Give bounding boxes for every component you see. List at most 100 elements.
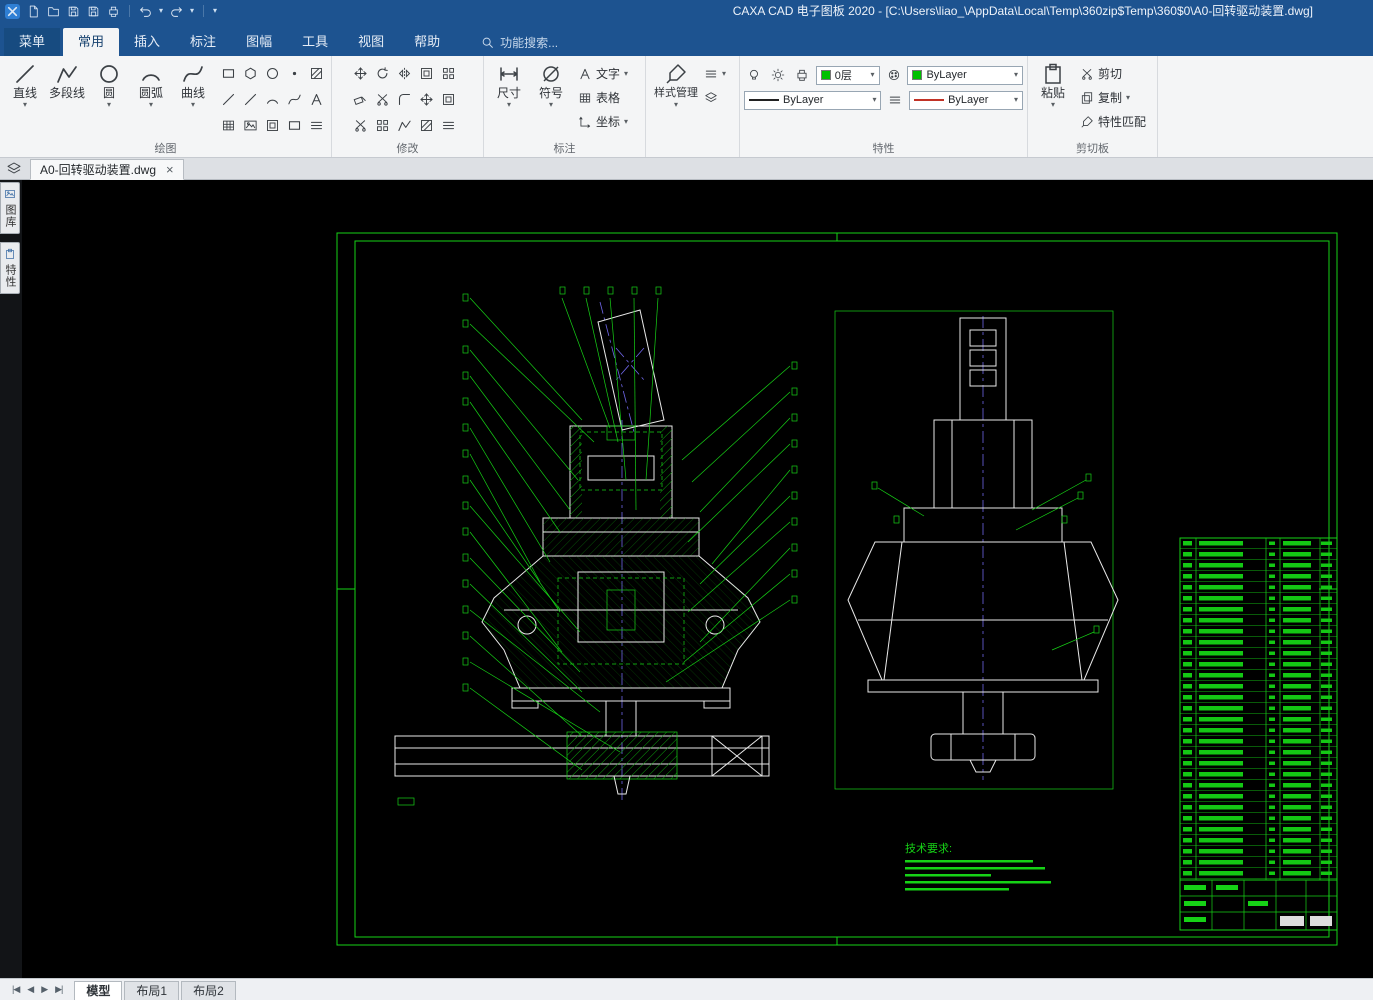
text-draw-tool[interactable] [306,87,327,112]
copy-button[interactable]: 复制 ▾ [1080,87,1146,108]
trim-tool[interactable] [372,87,393,112]
construction-line-tool[interactable] [240,87,261,112]
layer-select[interactable]: 0层 ▾ [815,65,880,85]
arc-tool[interactable]: 圆弧 ▾ [130,59,172,109]
ribbon-tab-insert[interactable]: 插入 [119,28,175,56]
print-icon[interactable] [107,5,120,18]
move-tool[interactable] [350,61,371,86]
break-tool[interactable] [350,113,371,138]
edit-polyline-tool[interactable] [394,113,415,138]
image-tool[interactable] [240,113,261,138]
table-draw-tool[interactable] [218,113,239,138]
lineweight-select[interactable]: ByLayer ▾ [909,90,1023,110]
point-tool[interactable] [284,61,305,86]
ribbon-tab-view[interactable]: 视图 [343,28,399,56]
erase-tool[interactable] [350,87,371,112]
spline-fit-tool[interactable] [284,87,305,112]
prev-sheet-button[interactable]: ◀ [23,984,37,995]
sidebar-tab-properties[interactable]: 特性 [0,242,20,294]
left-panel-strip: 图库 特性 [0,180,22,978]
polygon-tool[interactable] [240,61,261,86]
sidebar-tab-library[interactable]: 图库 [0,182,20,234]
erase-icon [353,92,368,107]
linetype-select[interactable]: ByLayer ▾ [744,90,882,110]
drawing-list-icon[interactable] [6,161,22,177]
hatch-tool[interactable] [306,61,327,86]
explode-tool[interactable] [372,113,393,138]
break-icon [353,118,368,133]
first-sheet-button[interactable]: |◀ [8,984,23,995]
symbol-tool[interactable]: 符号 ▾ [530,59,572,109]
rectangle-tool[interactable] [218,61,239,86]
color-picker-button[interactable] [884,65,904,85]
paste-button[interactable]: 粘贴 ▾ [1032,59,1074,109]
cut-button[interactable]: 剪切 [1080,63,1146,84]
lineweight-preview [914,99,945,101]
rotate-tool[interactable] [372,61,393,86]
ribbon-tab-menu[interactable]: 菜单 [4,28,61,56]
scale-tool[interactable] [438,87,459,112]
offset-tool[interactable] [416,61,437,86]
arc-3pt-tool[interactable] [262,87,283,112]
more-icon [441,118,456,133]
spline-tool[interactable]: 曲线 ▾ [172,59,214,109]
region-tool[interactable] [284,113,305,138]
drawing-canvas[interactable]: 技术要求: [22,180,1373,978]
open-file-icon[interactable] [47,5,60,18]
polyline-tool[interactable]: 多段线 [46,59,88,100]
close-icon[interactable]: × [166,163,174,176]
centerline-tool[interactable] [218,87,239,112]
style-list-button[interactable]: ▾ [704,63,726,84]
save-all-icon[interactable] [87,5,100,18]
ribbon-tab-sheet[interactable]: 图幅 [231,28,287,56]
last-sheet-button[interactable]: ▶| [51,984,66,995]
sheet-tab-layout2[interactable]: 布局2 [181,981,236,1000]
ellipse-tool[interactable] [262,61,283,86]
trim-icon [375,92,390,107]
hatch-icon [309,66,324,81]
window-title: CAXA CAD 电子图板 2020 - [C:\Users\liao_\App… [732,4,1313,18]
layer-plot-button[interactable] [792,65,812,85]
customize-toolbar-icon[interactable]: ▾ [213,7,217,15]
function-search[interactable]: 功能搜索... [481,28,558,56]
fillet-tool[interactable] [394,87,415,112]
style-manager-button[interactable]: 样式管理 ▾ [650,59,702,109]
ribbon-tab-tools[interactable]: 工具 [287,28,343,56]
ribbon-tab-home[interactable]: 常用 [63,28,120,56]
match-properties-button[interactable]: 特性匹配 [1080,111,1146,132]
layer-manager-button[interactable] [704,87,726,108]
array-tool[interactable] [438,61,459,86]
more-modify-tools[interactable] [438,113,459,138]
lineweight-settings-button[interactable] [885,90,905,110]
coordinate-tool[interactable]: 坐标 ▾ [578,111,628,132]
document-tab[interactable]: A0-回转驱动装置.dwg × [30,159,184,180]
undo-dropdown-icon[interactable]: ▾ [159,7,163,15]
next-sheet-button[interactable]: ▶ [37,984,51,995]
dimension-tool[interactable]: 尺寸 ▾ [488,59,530,109]
mirror-tool[interactable] [394,61,415,86]
block-tool[interactable] [262,113,283,138]
stretch-tool[interactable] [416,87,437,112]
sheet-tab-model[interactable]: 模型 [74,981,123,1000]
table-tool[interactable]: 表格 [578,87,628,108]
circle-tool[interactable]: 圆 ▾ [88,59,130,109]
layer-on-button[interactable] [744,65,764,85]
save-icon[interactable] [67,5,80,18]
redo-icon[interactable] [170,5,183,18]
sheet-tab-layout1[interactable]: 布局1 [124,981,180,1000]
color-select[interactable]: ByLayer ▾ [907,65,1024,85]
layer-freeze-button[interactable] [768,65,788,85]
app-logo[interactable] [5,3,20,19]
line-tool[interactable]: 直线 ▾ [4,59,46,109]
new-file-icon[interactable] [27,5,40,18]
more-draw-tools[interactable] [306,113,327,138]
arc-icon [139,62,163,86]
list-icon [704,67,718,81]
undo-icon[interactable] [139,5,152,18]
ribbon-tab-annotate[interactable]: 标注 [175,28,231,56]
redo-dropdown-icon[interactable]: ▾ [190,7,194,15]
ribbon-tab-help[interactable]: 帮助 [399,28,455,56]
edit-hatch-tool[interactable] [416,113,437,138]
text-tool[interactable]: 文字 ▾ [578,63,628,84]
scale-icon [441,92,456,107]
